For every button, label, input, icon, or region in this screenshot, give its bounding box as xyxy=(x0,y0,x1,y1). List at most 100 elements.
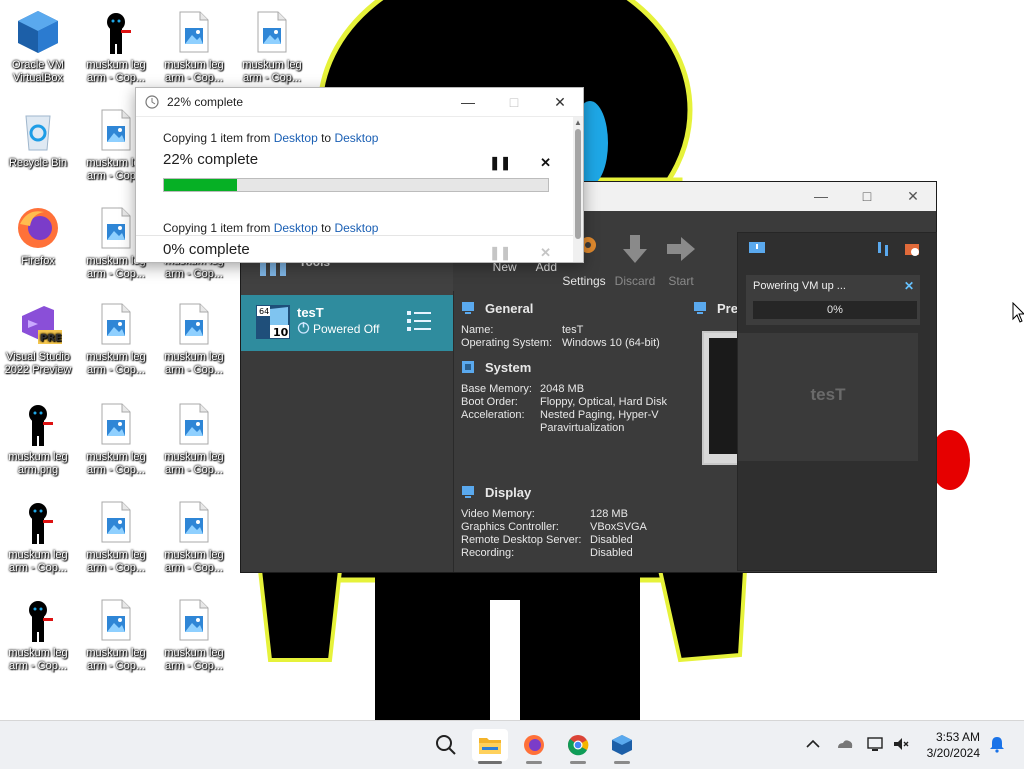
desktop-icon[interactable]: muskum leg arm - Cop... xyxy=(80,400,152,477)
desktop-icon[interactable]: muskum leg arm - Cop... xyxy=(80,8,152,85)
detail-key: Boot Order: xyxy=(461,396,518,408)
close-button[interactable]: ✕ xyxy=(537,88,583,116)
vm-details-menu-icon[interactable] xyxy=(407,309,431,333)
desktop-icon[interactable]: muskum leg arm - Cop... xyxy=(158,300,230,377)
power-up-progress: 0% xyxy=(753,301,917,319)
detail-row: Base Memory: 2048 MB xyxy=(461,383,691,396)
character-image-icon xyxy=(92,8,140,56)
desktop-icon[interactable]: Oracle VM VirtualBox xyxy=(2,8,74,85)
visual-studio-icon: PRE xyxy=(14,300,62,348)
detail-value: VBoxSVGA xyxy=(590,521,647,533)
clock-time: 3:53 AM xyxy=(935,730,980,744)
detail-row: Video Memory: 128 MB xyxy=(461,508,721,521)
notification-bell-icon[interactable] xyxy=(988,735,1006,753)
vm-list-pane: Tools 64 10 tesT Powered Off xyxy=(241,211,454,572)
vm-list-item-test[interactable]: 64 10 tesT Powered Off xyxy=(241,295,453,351)
display-header[interactable]: Display xyxy=(461,482,721,502)
chevron-up-icon[interactable] xyxy=(804,735,822,753)
mouse-cursor-icon xyxy=(1012,302,1024,323)
pause-icon[interactable]: ❚❚ xyxy=(489,245,511,261)
clear-notifications-icon[interactable] xyxy=(904,241,920,257)
display-section: Display Video Memory: 128 MB Graphics Cont… xyxy=(461,482,721,560)
taskbar-firefox[interactable] xyxy=(516,729,552,764)
desktop-icon[interactable]: muskum leg arm - Cop... xyxy=(2,596,74,673)
notification-preview: tesT xyxy=(738,333,918,461)
taskbar-chrome[interactable] xyxy=(560,729,596,764)
image-file-icon xyxy=(92,106,140,154)
taskbar-file-explorer[interactable] xyxy=(472,729,508,764)
onedrive-icon[interactable] xyxy=(836,735,854,753)
destination-link[interactable]: Desktop xyxy=(334,131,378,145)
detail-key: Base Memory: xyxy=(461,383,532,395)
desktop-icon[interactable]: muskum leg arm - Cop... xyxy=(80,300,152,377)
desktop-icon[interactable]: muskum leg arm - Cop... xyxy=(158,596,230,673)
svg-text:64: 64 xyxy=(259,307,269,316)
system-clock[interactable]: 3:53 AM 3/20/2024 xyxy=(927,729,980,761)
search-icon xyxy=(436,735,456,755)
copy-dialog-scrollbar[interactable]: ▲ xyxy=(573,117,583,262)
detail-value: tesT xyxy=(562,324,584,336)
taskbar-search-button[interactable] xyxy=(428,729,464,761)
close-icon[interactable]: ✕ xyxy=(904,279,914,293)
notification-title: Powering VM up ... xyxy=(753,280,846,292)
copy-dialog-titlebar[interactable]: 22% complete — □ ✕ xyxy=(136,88,583,117)
maximize-button[interactable]: □ xyxy=(844,182,890,210)
desktop-icon-label: Visual Studio 2022 Preview xyxy=(4,351,72,376)
preview-vm-name: tesT xyxy=(810,385,846,404)
image-file-icon xyxy=(92,204,140,252)
desktop-icon-label: muskum leg arm - Cop... xyxy=(86,351,146,376)
image-file-icon xyxy=(170,400,218,448)
source-link[interactable]: Desktop xyxy=(274,131,318,145)
desktop-icon[interactable]: muskum leg arm.png xyxy=(2,400,74,477)
desktop-icon[interactable]: muskum leg arm - Cop... xyxy=(158,498,230,575)
desktop-icon[interactable]: Recycle Bin xyxy=(2,106,74,170)
detail-key: Name: xyxy=(461,324,494,336)
source-link[interactable]: Desktop xyxy=(274,221,318,235)
desktop-icon[interactable]: muskum leg arm - Cop... xyxy=(2,498,74,575)
desktop-icon[interactable]: muskum leg arm - Cop... xyxy=(158,400,230,477)
detail-key: Recording: xyxy=(461,547,515,559)
detail-key: Acceleration: xyxy=(461,409,525,421)
minimize-button[interactable]: — xyxy=(445,88,491,116)
copy-description: Copying 1 item from Desktop to Desktop xyxy=(163,221,379,235)
detail-value: Windows 10 (64-bit) xyxy=(562,337,660,349)
cancel-icon[interactable]: ✕ xyxy=(540,245,551,261)
sort-icon[interactable] xyxy=(876,241,892,257)
character-image-icon xyxy=(14,596,62,644)
general-header[interactable]: General xyxy=(461,298,691,318)
image-file-icon xyxy=(92,596,140,644)
minimize-button[interactable]: — xyxy=(798,182,844,210)
desktop-icon[interactable]: muskum leg arm - Cop... xyxy=(80,596,152,673)
close-button[interactable]: ✕ xyxy=(890,182,936,210)
clock-date: 3/20/2024 xyxy=(926,746,980,760)
image-file-icon xyxy=(248,8,296,56)
desktop-icon-label: muskum leg arm - Cop... xyxy=(86,59,146,84)
notification-center-icon[interactable] xyxy=(748,241,766,257)
desktop-icon[interactable]: muskum leg arm - Cop... xyxy=(236,8,308,85)
desktop-icon-label: muskum leg arm - Cop... xyxy=(164,351,224,376)
system-header[interactable]: System xyxy=(461,357,691,377)
copy-progress-dialog: 22% complete — □ ✕ Copying 1 item from D… xyxy=(135,87,584,263)
firefox-icon xyxy=(524,735,544,755)
right-arrow-icon xyxy=(667,237,695,261)
detail-row: Acceleration: Nested Paging, Hyper-V Para… xyxy=(461,409,691,435)
desktop-icon-label: muskum leg arm - Cop... xyxy=(86,549,146,574)
desktop-icon-label: muskum leg arm - Cop... xyxy=(8,549,68,574)
cancel-icon[interactable]: ✕ xyxy=(540,155,551,171)
desktop-icon[interactable]: muskum leg arm - Cop... xyxy=(158,8,230,85)
volume-muted-icon[interactable] xyxy=(892,735,910,753)
destination-link[interactable]: Desktop xyxy=(334,221,378,235)
desktop-icon[interactable]: PRE Visual Studio 2022 Preview xyxy=(2,300,74,377)
detail-key: Graphics Controller: xyxy=(461,521,559,533)
pause-icon[interactable]: ❚❚ xyxy=(489,155,511,171)
detail-value: Floppy, Optical, Hard Disk xyxy=(540,396,667,408)
desktop-icon[interactable]: muskum leg arm - Cop... xyxy=(80,498,152,575)
image-file-icon xyxy=(170,498,218,546)
start-button: Start xyxy=(651,233,711,288)
taskbar-virtualbox[interactable] xyxy=(604,729,640,764)
scroll-up-icon[interactable]: ▲ xyxy=(574,118,582,127)
firefox-icon xyxy=(14,204,62,252)
desktop-icon[interactable]: Firefox xyxy=(2,204,74,268)
network-icon[interactable] xyxy=(866,735,884,753)
image-file-icon xyxy=(170,300,218,348)
